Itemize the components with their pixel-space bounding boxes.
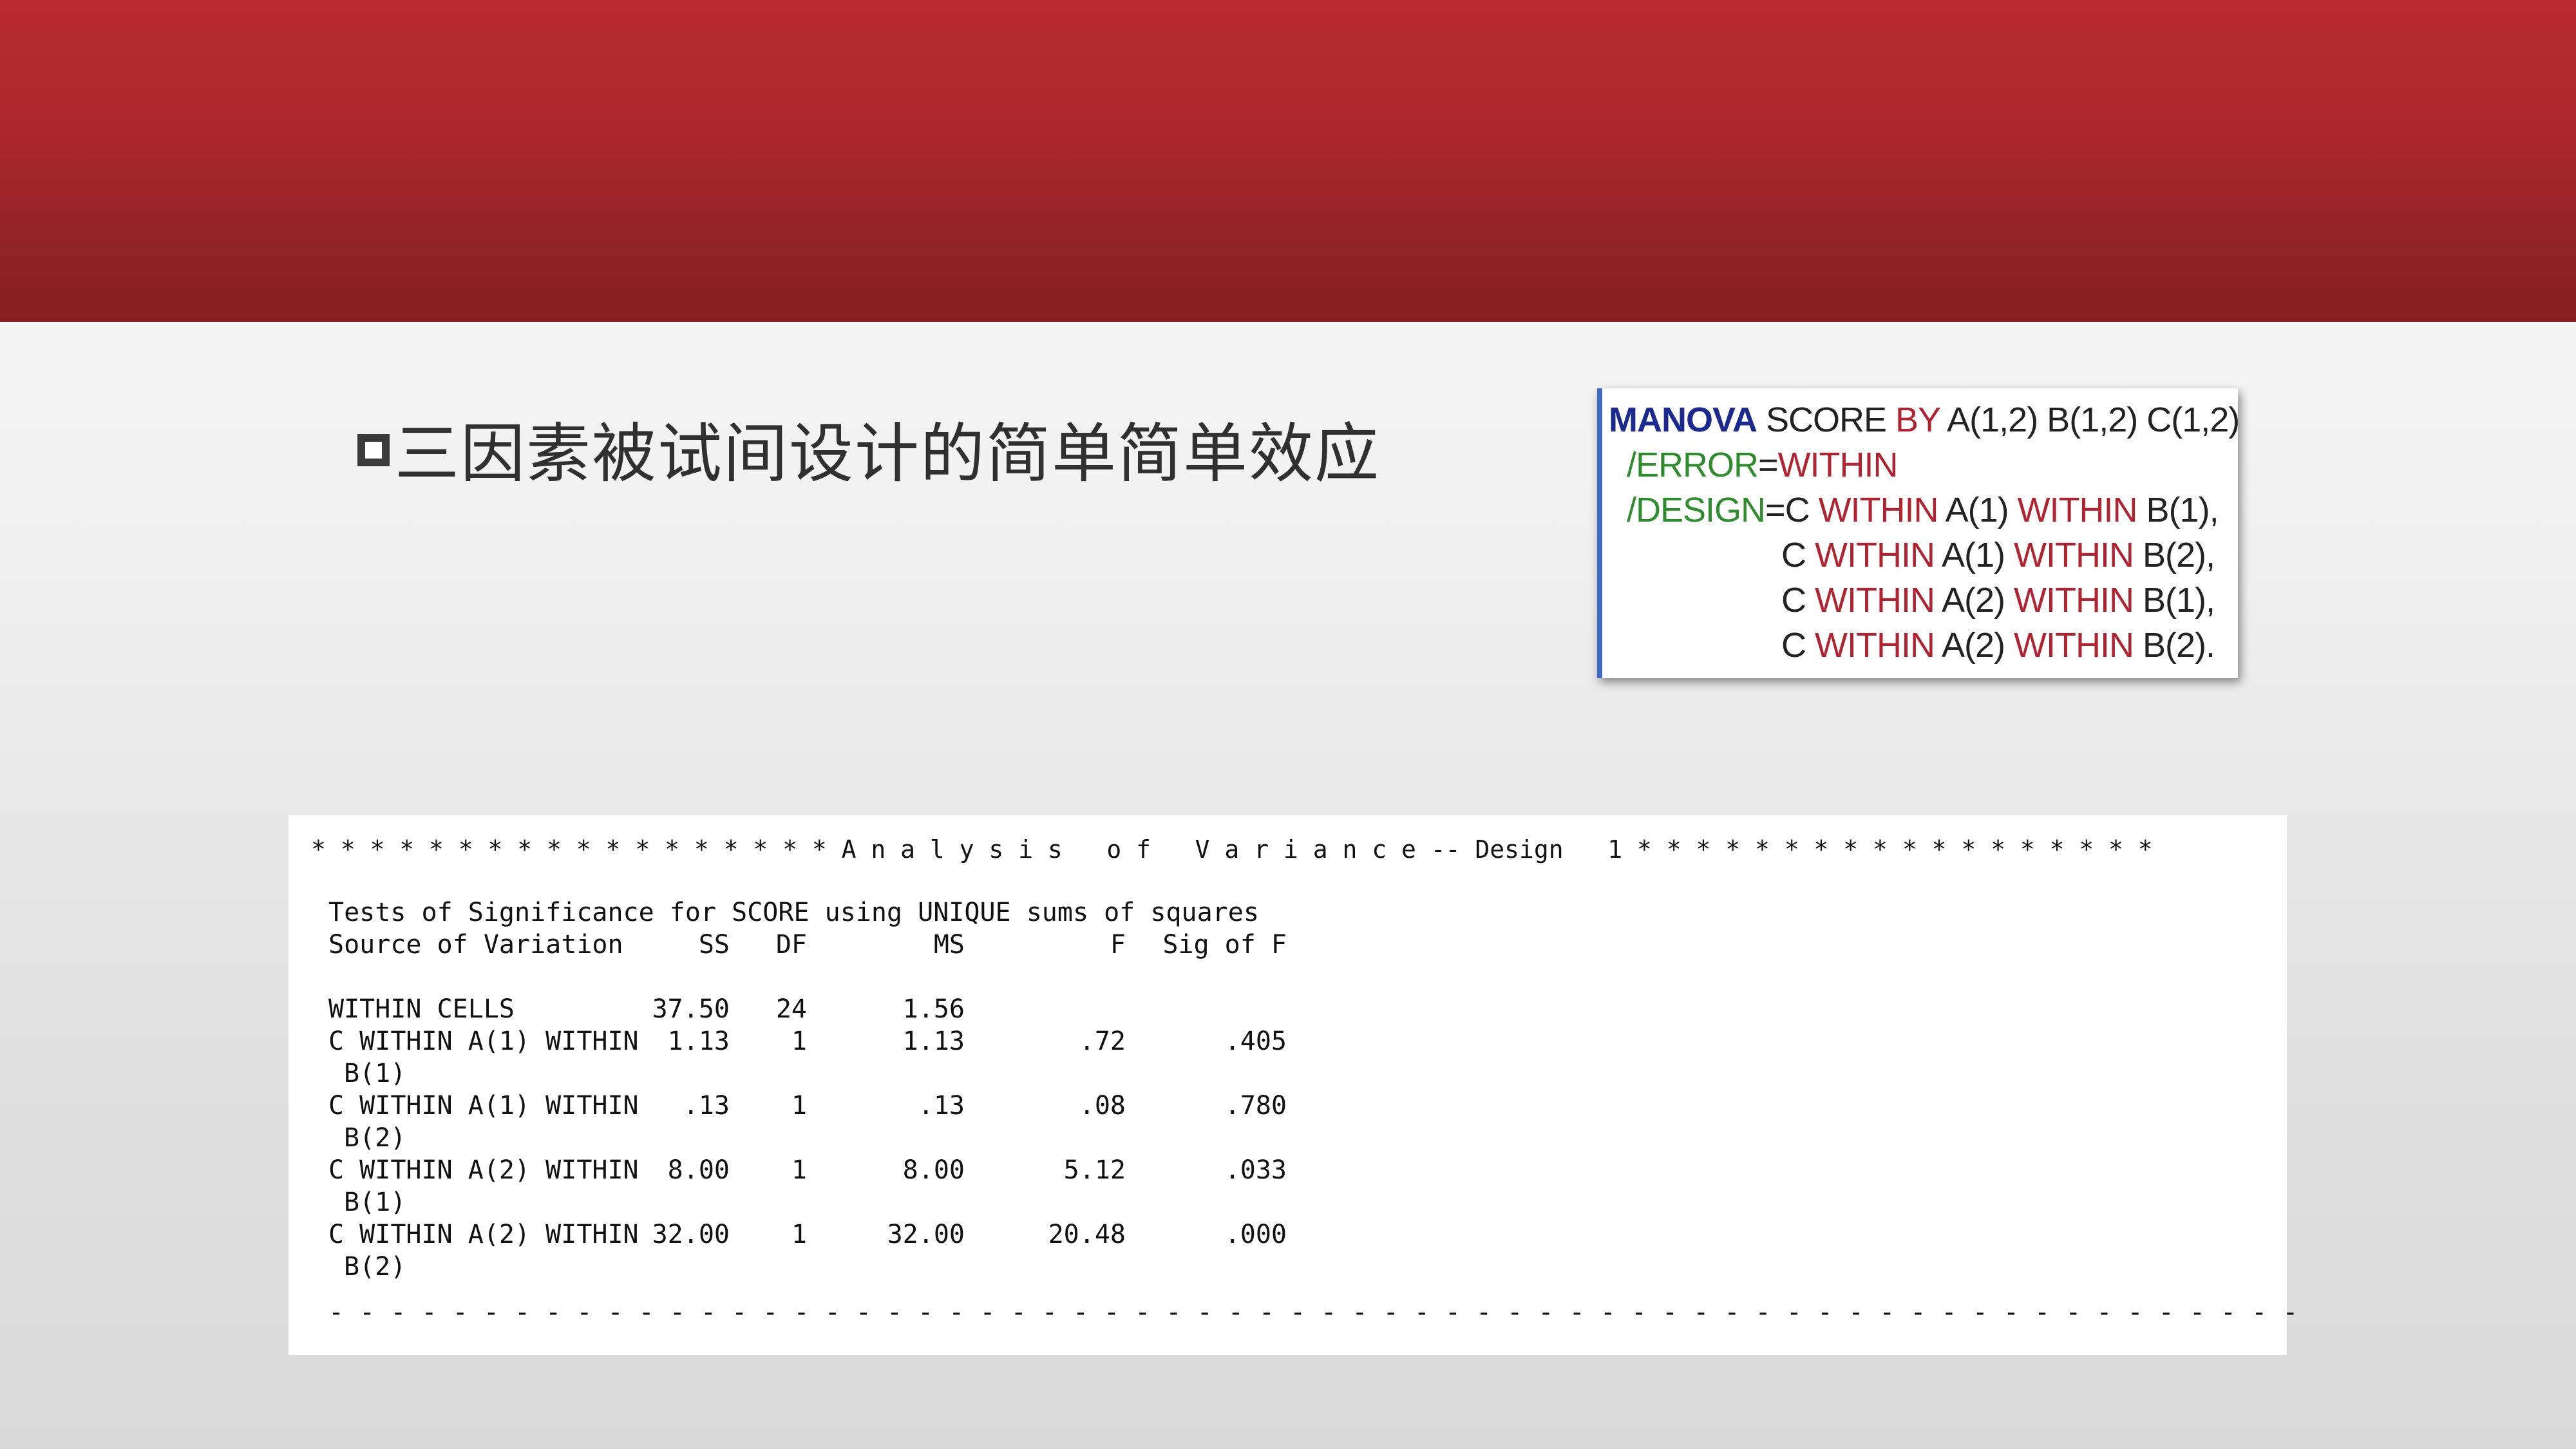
syntax-factor-a: A(2) bbox=[1934, 581, 2014, 620]
column-header-source: Source of Variation bbox=[328, 930, 623, 960]
syntax-line-3: /DESIGN=C WITHIN A(1) WITHIN B(1), bbox=[1609, 488, 2238, 533]
row-source-continuation: B(1) bbox=[344, 1188, 406, 1217]
syntax-factor-c: C bbox=[1781, 581, 1815, 620]
row-ms: .13 bbox=[918, 1091, 965, 1121]
syntax-factors: A(1,2) B(1,2) C(1,2) bbox=[1940, 401, 2240, 439]
row-df: 1 bbox=[791, 1220, 807, 1249]
row-f: .08 bbox=[1079, 1091, 1126, 1121]
syntax-design-subcommand: /DESIGN bbox=[1627, 491, 1766, 529]
syntax-factor-a: A(1) bbox=[1938, 491, 2018, 529]
syntax-line-4: C WITHIN A(1) WITHIN B(2), bbox=[1609, 533, 2238, 578]
syntax-within-keyword: WITHIN bbox=[1818, 491, 1939, 529]
syntax-factor-a: A(2) bbox=[1934, 626, 2014, 665]
syntax-score: SCORE bbox=[1757, 401, 1896, 439]
manova-syntax-box: MANOVA SCORE BY A(1,2) B(1,2) C(1,2) /ER… bbox=[1597, 388, 2240, 678]
syntax-within-keyword: WITHIN bbox=[2017, 491, 2138, 529]
row-ms: 1.56 bbox=[902, 994, 965, 1024]
row-source: WITHIN CELLS bbox=[328, 994, 515, 1024]
row-ms: 32.00 bbox=[887, 1220, 965, 1249]
syntax-within-keyword: WITHIN bbox=[2014, 581, 2134, 620]
column-header-f: F bbox=[1110, 930, 1126, 960]
row-source: C WITHIN A(1) WITHIN bbox=[328, 1091, 639, 1121]
row-sig: .000 bbox=[1224, 1220, 1287, 1249]
row-source-continuation: B(1) bbox=[344, 1059, 406, 1088]
row-ss: .13 bbox=[683, 1091, 730, 1121]
square-bullet-icon bbox=[357, 434, 390, 466]
row-f: 5.12 bbox=[1063, 1155, 1126, 1185]
syntax-manova-keyword: MANOVA bbox=[1609, 401, 1757, 439]
row-ms: 1.13 bbox=[902, 1027, 965, 1056]
row-df: 1 bbox=[791, 1091, 807, 1121]
row-ss: 37.50 bbox=[652, 994, 730, 1024]
row-source: C WITHIN A(2) WITHIN bbox=[328, 1155, 639, 1185]
column-header-sig: Sig of F bbox=[1162, 930, 1287, 960]
row-df: 24 bbox=[775, 994, 807, 1024]
syntax-factor-b: B(1), bbox=[2137, 491, 2219, 529]
syntax-equals: = bbox=[1758, 446, 1779, 484]
row-sig: .780 bbox=[1224, 1091, 1287, 1121]
syntax-line-1: MANOVA SCORE BY A(1,2) B(1,2) C(1,2) bbox=[1609, 397, 2240, 442]
syntax-factor-a: A(1) bbox=[1934, 536, 2014, 574]
row-sig: .033 bbox=[1224, 1155, 1287, 1185]
row-df: 1 bbox=[791, 1155, 807, 1185]
syntax-within-keyword: WITHIN bbox=[1815, 626, 1935, 665]
anova-output-panel: * * * * * * * * * * * * * * * * * * A n … bbox=[289, 815, 2298, 1355]
column-header-ms: MS bbox=[933, 930, 965, 960]
row-f: 20.48 bbox=[1048, 1220, 1126, 1249]
syntax-line-6: C WITHIN A(2) WITHIN B(2). bbox=[1609, 623, 2238, 668]
syntax-factor-c: C bbox=[1785, 491, 1819, 529]
syntax-within-keyword: WITHIN bbox=[2014, 536, 2134, 574]
column-header-df: DF bbox=[775, 930, 807, 960]
row-source: C WITHIN A(1) WITHIN bbox=[328, 1027, 639, 1056]
row-ss: 8.00 bbox=[667, 1155, 730, 1185]
row-sig: .405 bbox=[1224, 1027, 1287, 1056]
row-df: 1 bbox=[791, 1027, 807, 1056]
syntax-within-keyword: WITHIN bbox=[1777, 446, 1899, 484]
row-ss: 32.00 bbox=[652, 1220, 730, 1249]
syntax-line-2: /ERROR=WITHIN bbox=[1609, 442, 2238, 488]
syntax-error-subcommand: /ERROR bbox=[1627, 446, 1759, 484]
slide-title-row: 三因素被试间设计的简单简单效应 bbox=[357, 409, 1380, 491]
row-ss: 1.13 bbox=[667, 1027, 730, 1056]
syntax-factor-c: C bbox=[1781, 536, 1815, 574]
syntax-by-keyword: BY bbox=[1895, 401, 1940, 439]
anova-design-banner: * * * * * * * * * * * * * * * * * * A n … bbox=[311, 835, 2153, 864]
syntax-factor-b: B(1), bbox=[2133, 581, 2215, 620]
significance-tests-heading: Tests of Significance for SCORE using UN… bbox=[328, 898, 1259, 927]
row-f: .72 bbox=[1079, 1027, 1126, 1056]
row-ms: 8.00 bbox=[902, 1155, 965, 1185]
syntax-factor-b: B(2), bbox=[2133, 536, 2215, 574]
syntax-factor-c: C bbox=[1781, 626, 1815, 665]
syntax-equals: = bbox=[1765, 491, 1786, 529]
row-source-continuation: B(2) bbox=[344, 1252, 406, 1282]
syntax-line-5: C WITHIN A(2) WITHIN B(1), bbox=[1609, 578, 2238, 623]
syntax-within-keyword: WITHIN bbox=[1815, 536, 1935, 574]
syntax-within-keyword: WITHIN bbox=[2014, 626, 2134, 665]
title-banner bbox=[0, 0, 2576, 322]
row-source-continuation: B(2) bbox=[344, 1123, 406, 1153]
syntax-within-keyword: WITHIN bbox=[1815, 581, 1935, 620]
row-source: C WITHIN A(2) WITHIN bbox=[328, 1220, 639, 1249]
column-header-ss: SS bbox=[698, 930, 730, 960]
syntax-factor-b: B(2). bbox=[2133, 626, 2215, 665]
footer-dashed-rule: - - - - - - - - - - - - - - - - - - - - … bbox=[328, 1298, 2298, 1327]
slide-title: 三因素被试间设计的简单简单效应 bbox=[395, 415, 1380, 491]
